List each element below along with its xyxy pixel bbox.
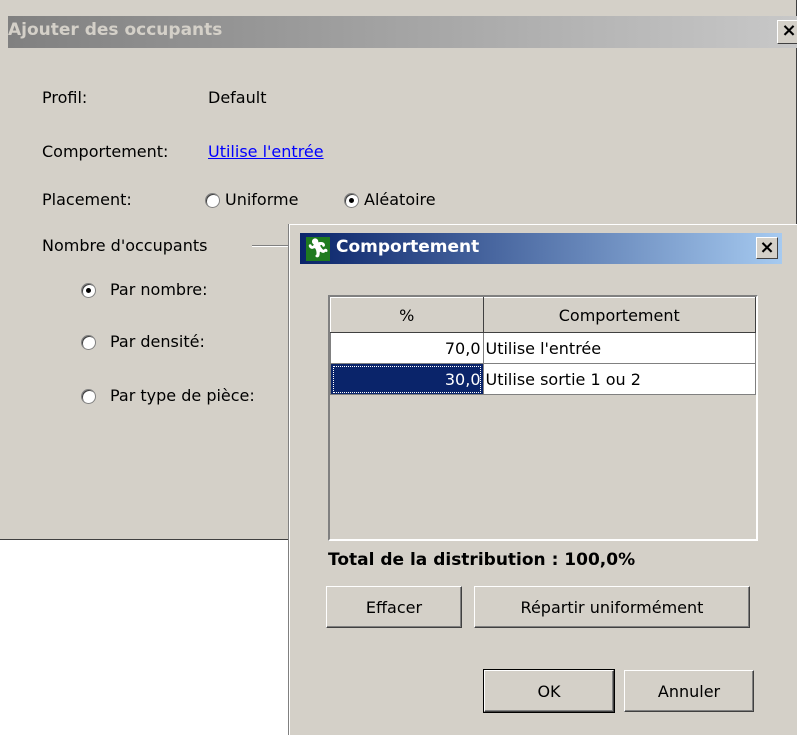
group-divider (252, 245, 292, 247)
par-densite-label[interactable]: Par densité: (110, 332, 205, 351)
placement-aleatoire-label[interactable]: Aléatoire (364, 190, 436, 209)
behavior-distribution-table[interactable]: % Comportement 70,0 Utilise l'entrée 30,… (328, 295, 758, 541)
running-man-icon: 🏃︎ (306, 237, 330, 261)
par-nombre-radio[interactable] (81, 283, 96, 298)
table-row[interactable]: 30,0 Utilise sortie 1 ou 2 (330, 363, 756, 395)
percent-cell[interactable]: 70,0 (330, 332, 484, 364)
behavior-cell[interactable]: Utilise sortie 1 ou 2 (482, 363, 756, 395)
add-occupants-titlebar[interactable]: Ajouter des occupants × (8, 16, 797, 48)
column-header-comportement[interactable]: Comportement (482, 297, 756, 333)
comportement-title: Comportement (336, 237, 480, 257)
table-row[interactable]: 70,0 Utilise l'entrée (330, 332, 756, 364)
column-header-percent[interactable]: % (330, 297, 484, 333)
table-header-row: % Comportement (330, 297, 756, 333)
placement-aleatoire-radio[interactable] (344, 193, 359, 208)
add-occupants-close-button[interactable]: × (777, 20, 797, 44)
par-type-piece-label[interactable]: Par type de pièce: (110, 386, 255, 405)
par-nombre-label[interactable]: Par nombre: (110, 280, 208, 299)
close-icon: × (781, 20, 797, 41)
close-icon: × (759, 237, 775, 258)
clear-button[interactable]: Effacer (326, 586, 462, 628)
percent-cell[interactable]: 30,0 (330, 363, 484, 395)
placement-uniforme-label[interactable]: Uniforme (225, 190, 298, 209)
comportement-label: Comportement: (42, 142, 169, 161)
nombre-group-label: Nombre d'occupants (42, 236, 208, 255)
ok-button[interactable]: OK (483, 669, 615, 713)
comportement-dialog: 🏃︎ Comportement × % Comportement 70,0 Ut… (289, 224, 797, 735)
distribution-total: Total de la distribution : 100,0% (328, 550, 636, 570)
comportement-close-button[interactable]: × (756, 237, 778, 259)
placement-uniforme-radio[interactable] (205, 193, 220, 208)
placement-label: Placement: (42, 190, 132, 209)
par-type-piece-radio[interactable] (81, 389, 96, 404)
cancel-button[interactable]: Annuler (624, 670, 754, 712)
profil-value: Default (208, 88, 267, 107)
distribute-evenly-button[interactable]: Répartir uniformément (474, 586, 750, 628)
par-densite-radio[interactable] (81, 335, 96, 350)
profil-label: Profil: (42, 88, 88, 107)
behavior-cell[interactable]: Utilise l'entrée (482, 332, 756, 364)
add-occupants-title: Ajouter des occupants (8, 20, 223, 40)
comportement-link[interactable]: Utilise l'entrée (208, 142, 324, 161)
comportement-titlebar[interactable]: 🏃︎ Comportement × (300, 233, 782, 264)
